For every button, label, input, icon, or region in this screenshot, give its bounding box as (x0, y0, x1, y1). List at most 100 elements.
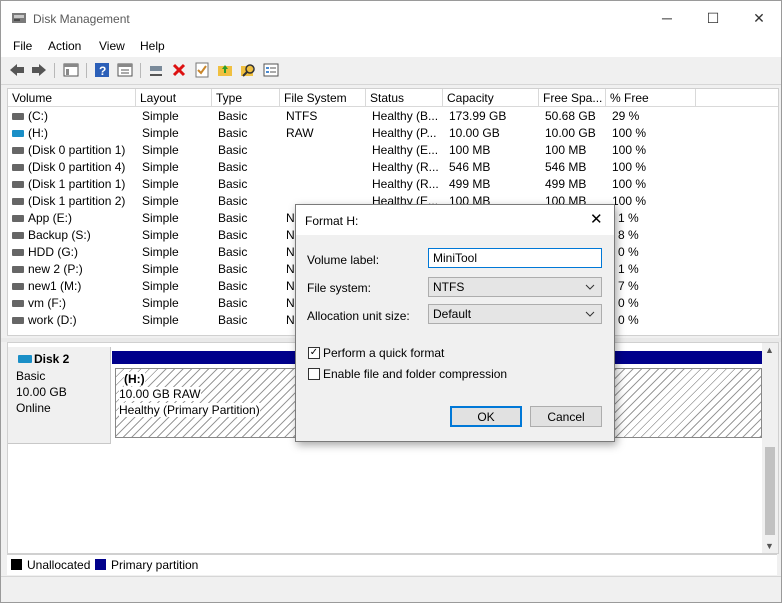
menu-help[interactable]: Help (140, 39, 165, 53)
column-header-type[interactable]: Type (212, 89, 280, 107)
cell-percent-free: 100 % (612, 160, 647, 174)
menu-view[interactable]: View (99, 39, 125, 53)
partition-name: (H:) (124, 372, 145, 386)
column-header-free-space[interactable]: Free Spa... (539, 89, 606, 107)
back-arrow-icon[interactable] (8, 61, 26, 79)
table-row[interactable]: (H:) Simple Basic RAW Healthy (P... 10.0… (8, 125, 778, 142)
check-icon[interactable] (193, 61, 211, 79)
cell-type: Basic (218, 245, 248, 259)
allocation-unit-select[interactable]: Default (428, 304, 602, 324)
cell-volume: Backup (S:) (28, 228, 91, 242)
cell-percent-free: 29 % (612, 109, 640, 123)
disk-size: 10.00 GB (16, 385, 67, 399)
svg-text:?: ? (99, 64, 106, 78)
compression-checkbox[interactable] (308, 368, 320, 380)
cell-percent-free: 1 % (618, 211, 639, 225)
cell-percent-free: 0 % (618, 296, 639, 310)
help-icon[interactable]: ? (93, 61, 111, 79)
ok-button[interactable]: OK (450, 406, 522, 427)
cell-type: Basic (218, 296, 248, 310)
dialog-close-icon[interactable]: ✕ (590, 210, 603, 228)
drive-icon (12, 198, 24, 205)
folder-up-icon[interactable] (216, 61, 234, 79)
legend-label-primary: Primary partition (111, 558, 199, 572)
cell-layout: Simple (142, 109, 179, 123)
menu-action[interactable]: Action (48, 39, 81, 53)
cell-file-system (286, 176, 364, 193)
minimize-button[interactable]: ─ (644, 1, 690, 35)
drive-icon (12, 317, 24, 324)
file-system-select[interactable]: NTFS (428, 277, 602, 297)
scroll-thumb[interactable] (765, 447, 775, 535)
legend: Unallocated Primary partition (7, 554, 777, 575)
quick-format-checkbox[interactable]: ✓ (308, 347, 320, 359)
column-header-status[interactable]: Status (366, 89, 443, 107)
graph-scrollbar[interactable]: ▲ ▼ (762, 343, 778, 553)
compression-label[interactable]: Enable file and folder compression (323, 367, 507, 381)
cell-type: Basic (218, 177, 248, 191)
cell-type: Basic (218, 109, 248, 123)
connect-icon[interactable] (147, 61, 165, 79)
cell-percent-free: 100 % (612, 143, 647, 157)
table-row[interactable]: (Disk 0 partition 4) Simple Basic Health… (8, 159, 778, 176)
column-header-layout[interactable]: Layout (136, 89, 212, 107)
volume-label-input[interactable]: MiniTool (428, 248, 602, 268)
scroll-down-icon[interactable]: ▼ (765, 541, 774, 551)
disk-name: Disk 2 (34, 352, 70, 366)
cancel-button[interactable]: Cancel (530, 406, 602, 427)
dialog-title-bar: Format H: ✕ (296, 205, 614, 235)
drive-icon (12, 283, 24, 290)
settings-icon[interactable] (262, 61, 280, 79)
disk-kind: Basic (16, 369, 46, 383)
disk-label-panel[interactable]: Disk 2 Basic 10.00 GB Online (8, 347, 111, 444)
cell-volume: App (E:) (28, 211, 73, 225)
close-button[interactable]: ✕ (736, 1, 781, 35)
console-tree-icon[interactable] (62, 61, 80, 79)
cell-file-system (286, 159, 364, 176)
cell-layout: Simple (142, 143, 179, 157)
title-bar: Disk Management ─ ☐ ✕ (1, 1, 781, 35)
cell-type: Basic (218, 160, 248, 174)
cell-type: Basic (218, 194, 248, 208)
legend-label-unallocated: Unallocated (27, 558, 91, 572)
cell-free-space: 546 MB (545, 160, 587, 174)
column-header-percent-free[interactable]: % Free (606, 89, 696, 107)
cell-free-space: 50.68 GB (545, 109, 596, 123)
cell-type: Basic (218, 143, 248, 157)
menu-file[interactable]: File (13, 39, 32, 53)
toolbar-separator (54, 63, 55, 78)
scroll-up-icon[interactable]: ▲ (765, 345, 774, 355)
cell-percent-free: 100 % (612, 177, 647, 191)
drive-icon (12, 215, 24, 222)
table-row[interactable]: (C:) Simple Basic NTFS Healthy (B... 173… (8, 108, 778, 125)
cell-status: Healthy (R... (372, 160, 439, 174)
cell-file-system (286, 142, 364, 159)
column-header-file-system[interactable]: File System (280, 89, 366, 107)
cell-file-system: NTFS (286, 109, 318, 123)
table-row[interactable]: (Disk 0 partition 1) Simple Basic Health… (8, 142, 778, 159)
search-icon[interactable] (239, 61, 257, 79)
cell-percent-free: 0 % (618, 313, 639, 327)
cell-free-space: 499 MB (545, 177, 587, 191)
column-header-blank (696, 89, 778, 107)
column-header-capacity[interactable]: Capacity (443, 89, 539, 107)
cell-percent-free: 100 % (612, 126, 647, 140)
cell-layout: Simple (142, 194, 179, 208)
maximize-button[interactable]: ☐ (690, 1, 736, 35)
cell-capacity: 173.99 GB (449, 109, 507, 123)
cell-layout: Simple (142, 211, 179, 225)
table-row[interactable]: (Disk 1 partition 1) Simple Basic Health… (8, 176, 778, 193)
properties-icon[interactable] (116, 61, 134, 79)
cell-volume: (Disk 0 partition 1) (28, 143, 126, 157)
drive-icon (12, 130, 24, 137)
toolbar-separator (140, 63, 141, 78)
cell-volume: (Disk 1 partition 1) (28, 177, 126, 191)
column-header-volume[interactable]: Volume (8, 89, 136, 107)
forward-arrow-icon[interactable] (30, 61, 48, 79)
cell-type: Basic (218, 126, 248, 140)
cell-free-space: 100 MB (545, 143, 587, 157)
quick-format-label[interactable]: Perform a quick format (323, 346, 444, 360)
disk-icon (18, 355, 32, 363)
dialog-title: Format H: (305, 214, 359, 228)
delete-icon[interactable] (170, 61, 188, 79)
